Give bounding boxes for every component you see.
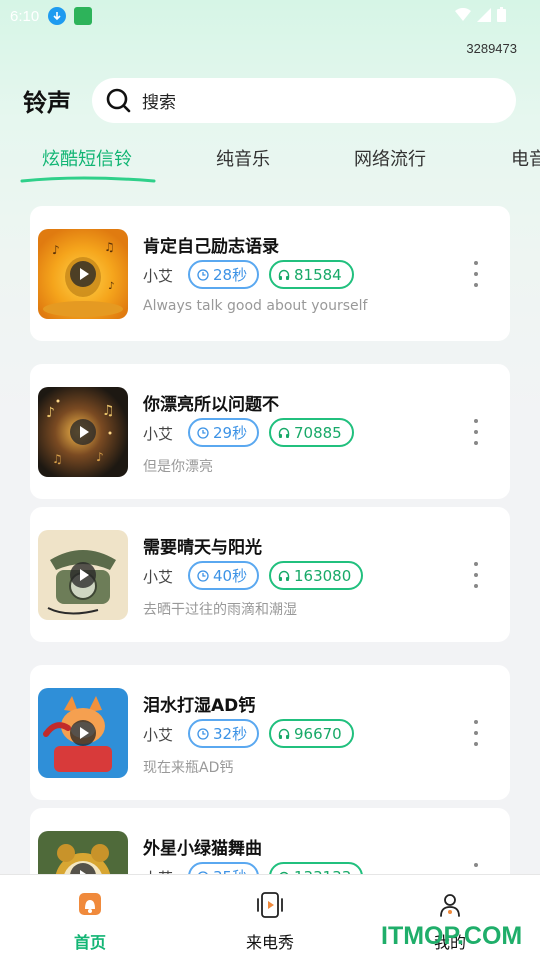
search-label: 搜索 (142, 93, 176, 113)
ringtone-card[interactable]: ♪ ♫ ♪ ♫ 你漂亮所以问题不 小艾 29秒 70885 但是你漂亮 (30, 364, 510, 499)
svg-text:♪: ♪ (52, 243, 60, 257)
cover-image: ♪ ♫ ♪ ♫ (38, 387, 128, 477)
user-id: 3289473 (466, 41, 517, 56)
cover-image (38, 530, 128, 620)
more-options-icon[interactable] (472, 261, 480, 287)
status-bar: 6:10 (0, 0, 540, 32)
headphones-icon (278, 427, 290, 439)
duration-badge: 40秒 (188, 561, 260, 590)
ringtone-card[interactable]: ♪ ♫ ♪ 肯定自己励志语录 小艾 28秒 81584 Always talk … (30, 206, 510, 341)
play-count-text: 96670 (294, 724, 342, 743)
category-tabs: 炫酷短信铃 纯音乐 网络流行 电音 (0, 145, 540, 185)
nav-call-show[interactable]: 来电秀 (210, 875, 330, 960)
more-options-icon[interactable] (472, 562, 480, 588)
artist-name: 小艾 (143, 267, 174, 285)
nav-call-show-label: 来电秀 (245, 933, 294, 952)
headphones-icon (278, 269, 290, 281)
song-description: 去晒干过往的雨滴和潮湿 (143, 602, 297, 618)
status-time: 6:10 (10, 7, 40, 25)
profile-icon (440, 894, 460, 917)
system-icons (455, 7, 506, 22)
clock-icon (197, 268, 209, 281)
nav-home-label: 首页 (73, 933, 106, 952)
song-description: 现在来瓶AD钙 (143, 760, 234, 776)
duration-text: 32秒 (213, 725, 248, 743)
clock-icon (197, 426, 209, 439)
nav-home[interactable]: 首页 (30, 875, 150, 960)
svg-text:♫: ♫ (102, 403, 115, 419)
home-ringtone-icon (79, 893, 101, 915)
tab-pure-music[interactable]: 纯音乐 (216, 145, 270, 171)
artist-name: 小艾 (143, 425, 174, 443)
svg-text:♪: ♪ (108, 281, 114, 292)
play-icon[interactable] (70, 720, 96, 746)
more-options-icon[interactable] (472, 419, 480, 445)
headphones-icon (278, 570, 290, 582)
search-icon (106, 88, 131, 112)
ringtone-card[interactable]: 泪水打湿AD钙 小艾 32秒 96670 现在来瓶AD钙 (30, 665, 510, 800)
tab-internet-popular[interactable]: 网络流行 (354, 145, 426, 171)
song-title: 你漂亮所以问题不 (143, 395, 279, 415)
song-title: 外星小绿猫舞曲 (143, 839, 262, 859)
duration-badge: 32秒 (188, 719, 260, 748)
play-count-text: 70885 (294, 423, 342, 442)
cover-image (38, 688, 128, 778)
tab-electronic[interactable]: 电音 (511, 145, 540, 171)
active-tab-underline (20, 176, 156, 183)
song-title: 泪水打湿AD钙 (143, 696, 256, 716)
play-count-badge: 81584 (269, 260, 354, 289)
play-icon[interactable] (70, 419, 96, 445)
song-title: 肯定自己励志语录 (143, 237, 279, 257)
download-icon (48, 7, 67, 25)
watermark: ITMOP.COM (381, 922, 523, 950)
video-phone-icon (257, 892, 283, 918)
page-title: 铃声 (23, 89, 71, 117)
more-options-icon[interactable] (472, 720, 480, 746)
tab-cool-sms[interactable]: 炫酷短信铃 (42, 145, 132, 171)
artist-name: 小艾 (143, 726, 174, 744)
play-count-badge: 70885 (269, 418, 354, 447)
wifi-icon (455, 7, 471, 21)
duration-badge: 29秒 (188, 418, 260, 447)
clock-icon (197, 569, 209, 582)
artist-name: 小艾 (143, 568, 174, 586)
headphones-icon (278, 728, 290, 740)
song-description: Always talk good about yourself (143, 298, 368, 314)
duration-text: 28秒 (213, 266, 248, 284)
song-title: 需要晴天与阳光 (143, 538, 262, 558)
play-count-badge: 163080 (269, 561, 364, 590)
duration-text: 29秒 (213, 424, 248, 442)
clock-icon (197, 727, 209, 740)
duration-text: 40秒 (213, 567, 248, 585)
svg-text:♪: ♪ (46, 405, 55, 421)
signal-icon (477, 7, 491, 22)
play-count-text: 163080 (294, 566, 352, 585)
ringtone-card[interactable]: 需要晴天与阳光 小艾 40秒 163080 去晒干过往的雨滴和潮湿 (30, 507, 510, 642)
svg-text:♪: ♪ (96, 450, 104, 464)
svg-text:♫: ♫ (104, 240, 115, 254)
search-bar[interactable]: 搜索 (92, 78, 516, 123)
play-icon[interactable] (70, 261, 96, 287)
battery-icon (497, 7, 506, 22)
cover-image: ♪ ♫ ♪ (38, 229, 128, 319)
svg-text:♫: ♫ (52, 452, 63, 466)
app-notification-icon (74, 7, 93, 25)
duration-badge: 28秒 (188, 260, 260, 289)
play-count-text: 81584 (294, 265, 342, 284)
play-icon[interactable] (70, 562, 96, 588)
play-count-badge: 96670 (269, 719, 354, 748)
song-description: 但是你漂亮 (143, 459, 213, 475)
